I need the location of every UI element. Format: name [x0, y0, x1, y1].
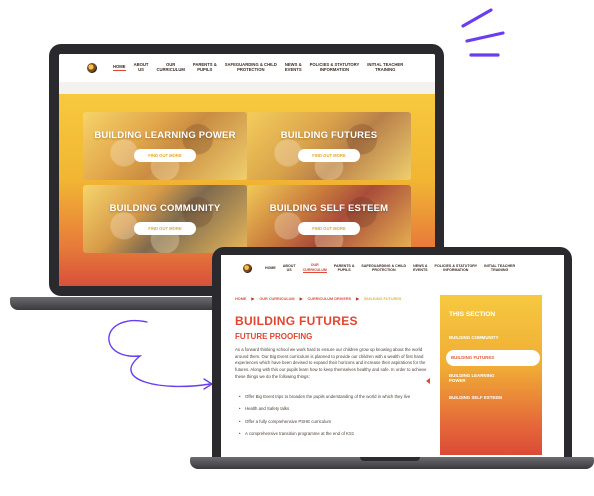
breadcrumb-home[interactable]: HOME: [235, 297, 246, 301]
intro-paragraph: As a forward thinking school we work har…: [235, 347, 427, 379]
breadcrumb-separator-icon: ▶: [299, 297, 303, 301]
sidebar-item-building-self-esteem[interactable]: BUILDING SELF ESTEEM: [440, 390, 542, 406]
nav-news-events[interactable]: NEWS & EVENTS: [413, 264, 427, 272]
nav-home[interactable]: HOME: [265, 266, 276, 270]
arrow-head-icon: [203, 378, 213, 390]
nav-parents-pupils[interactable]: PARENTS & PUPILS: [334, 264, 355, 272]
tile-building-futures[interactable]: BUILDING FUTURES FIND OUT MORE: [247, 112, 411, 180]
sidebar-item-building-futures[interactable]: BUILDING FUTURES: [446, 350, 540, 366]
school-logo-icon[interactable]: [243, 263, 252, 273]
nav-about-us[interactable]: ABOUT US: [134, 62, 149, 73]
find-out-more-button[interactable]: FIND OUT MORE: [134, 222, 196, 235]
tile-title: BUILDING SELF ESTEEM: [269, 203, 389, 214]
tile-title: BUILDING LEARNING POWER: [94, 130, 236, 141]
nav-about-us[interactable]: ABOUT US: [283, 264, 296, 272]
nav-our-curriculum[interactable]: OUR CURRICULUM: [156, 62, 184, 73]
school-logo-icon[interactable]: [87, 63, 97, 73]
tile-building-learning-power[interactable]: BUILDING LEARNING POWER FIND OUT MORE: [83, 112, 247, 180]
back-main-nav: HOME ABOUT US OUR CURRICULUM PARENTS & P…: [59, 54, 435, 82]
sidebar-heading: THIS SECTION: [449, 311, 496, 318]
find-out-more-button[interactable]: FIND OUT MORE: [298, 149, 360, 162]
page-title: BUILDING FUTURES: [235, 314, 358, 328]
sidebar-item-building-community[interactable]: BUILDING COMMUNITY: [440, 330, 542, 346]
tile-title: BUILDING COMMUNITY: [109, 203, 221, 214]
nav-safeguarding[interactable]: SAFEGUARDING & CHILD PROTECTION: [361, 264, 406, 272]
nav-teacher-training[interactable]: INITIAL TEACHER TRAINING: [367, 62, 403, 73]
front-page-content: HOME ▶ OUR CURRICULUM ▶ CURRICULUM DRIVERS ▶ B…: [221, 281, 564, 457]
tile-title: BUILDING FUTURES: [280, 130, 378, 141]
nav-parents-pupils[interactable]: PARENTS & PUPILS: [193, 62, 217, 73]
list-item: A comprehensive transition programme at …: [239, 431, 429, 438]
section-subtitle: FUTURE PROOFING: [235, 332, 313, 341]
nav-our-curriculum[interactable]: OUR CURRICULUM: [302, 263, 327, 273]
nav-home[interactable]: HOME: [113, 64, 126, 71]
find-out-more-button[interactable]: FIND OUT MORE: [134, 149, 196, 162]
breadcrumb-separator-icon: ▶: [251, 297, 255, 301]
nav-policies[interactable]: POLICIES & STATUTORY INFORMATION: [310, 62, 360, 73]
list-item: Offer a fully comprehensive PSHE curricu…: [239, 419, 429, 426]
nav-safeguarding[interactable]: SAFEGUARDING & CHILD PROTECTION: [225, 62, 277, 73]
list-item: Health and Safety talks: [239, 406, 429, 413]
tile-building-community[interactable]: BUILDING COMMUNITY FIND OUT MORE: [83, 185, 247, 253]
section-sidebar: THIS SECTION BUILDING COMMUNITY BUILDING…: [440, 295, 542, 455]
sidebar-item-building-learning-power[interactable]: BUILDING LEARNING POWER: [440, 370, 542, 386]
nav-policies[interactable]: POLICIES & STATUTORY INFORMATION: [435, 264, 478, 272]
tile-building-self-esteem[interactable]: BUILDING SELF ESTEEM FIND OUT MORE: [247, 185, 411, 253]
bullet-list: Offer Big Event trips to broaden the pup…: [239, 394, 429, 444]
breadcrumb-separator-icon: ▶: [356, 297, 360, 301]
nav-arrow-icon: [426, 378, 430, 384]
breadcrumb-current: BUILDING FUTURES: [364, 297, 402, 301]
sparkle-lines-icon: [461, 8, 505, 57]
nav-news-events[interactable]: NEWS & EVENTS: [285, 62, 302, 73]
front-main-nav: HOME ABOUT US OUR CURRICULUM PARENTS & P…: [221, 255, 564, 281]
list-item: Offer Big Event trips to broaden the pup…: [239, 394, 429, 401]
breadcrumb-curriculum[interactable]: OUR CURRICULUM: [259, 297, 294, 301]
curly-arrow-icon: [108, 319, 211, 388]
find-out-more-button[interactable]: FIND OUT MORE: [298, 222, 360, 235]
breadcrumb: HOME ▶ OUR CURRICULUM ▶ CURRICULUM DRIVERS ▶ B…: [235, 297, 425, 302]
front-laptop-screen: HOME ABOUT US OUR CURRICULUM PARENTS & P…: [221, 255, 564, 457]
front-laptop-notch: [360, 457, 420, 461]
nav-teacher-training[interactable]: INITIAL TEACHER TRAINING: [484, 264, 515, 272]
breadcrumb-curriculum-drivers[interactable]: CURRICULUM DRIVERS: [307, 297, 351, 301]
